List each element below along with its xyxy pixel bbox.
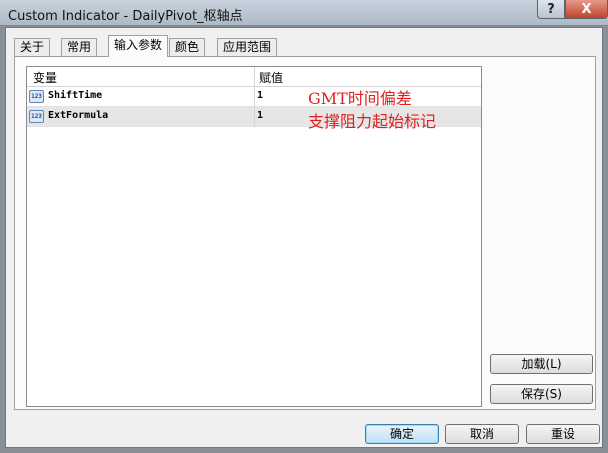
variable-name: ExtFormula [48, 110, 109, 121]
title-bar[interactable]: Custom Indicator - DailyPivot_枢轴点 ? X [0, 0, 608, 26]
save-button[interactable]: 保存(S) [490, 384, 593, 404]
dialog-window: Custom Indicator - DailyPivot_枢轴点 ? X 关于… [0, 0, 608, 453]
help-button[interactable]: ? [537, 0, 565, 19]
window-title: Custom Indicator - DailyPivot_枢轴点 [8, 9, 243, 24]
ok-button[interactable]: 确定 [365, 424, 439, 444]
cell-divider [254, 107, 255, 127]
tab-about[interactable]: 关于 [14, 38, 51, 56]
tab-visualization[interactable]: 应用范围 [217, 38, 278, 56]
column-divider[interactable] [254, 67, 255, 87]
integer-type-icon: 123 [29, 90, 44, 103]
cancel-button[interactable]: 取消 [445, 424, 519, 444]
variable-value[interactable]: 1 [257, 90, 263, 101]
cell-divider [254, 87, 255, 107]
help-icon: ? [547, 1, 555, 17]
tab-inputs[interactable]: 输入参数 [108, 35, 169, 57]
close-icon: X [581, 1, 592, 17]
column-variable[interactable]: 变量 [33, 69, 57, 86]
parameters-table: 变量 赋值 123 ShiftTime 1 123 ExtFormula 1 G… [26, 66, 482, 407]
column-value[interactable]: 赋值 [259, 69, 283, 86]
integer-type-icon: 123 [29, 110, 44, 123]
reset-button[interactable]: 重设 [526, 424, 600, 444]
dialog-body: 关于 常用 输入参数 颜色 应用范围 变量 赋值 123 ShiftTime 1… [5, 27, 603, 448]
variable-name: ShiftTime [48, 90, 103, 101]
inputs-panel: 变量 赋值 123 ShiftTime 1 123 ExtFormula 1 G… [14, 56, 596, 410]
annotation-sr-start-marker: 支撑阻力起始标记 [308, 112, 437, 131]
annotation-gmt-offset: GMT时间偏差 [308, 89, 412, 108]
load-button[interactable]: 加载(L) [490, 354, 593, 374]
tab-common[interactable]: 常用 [61, 38, 98, 56]
table-row[interactable]: 123 ShiftTime 1 [27, 87, 481, 107]
tab-colors[interactable]: 颜色 [169, 38, 206, 56]
variable-value[interactable]: 1 [257, 110, 263, 121]
close-button[interactable]: X [565, 0, 608, 19]
table-header: 变量 赋值 [27, 67, 481, 87]
